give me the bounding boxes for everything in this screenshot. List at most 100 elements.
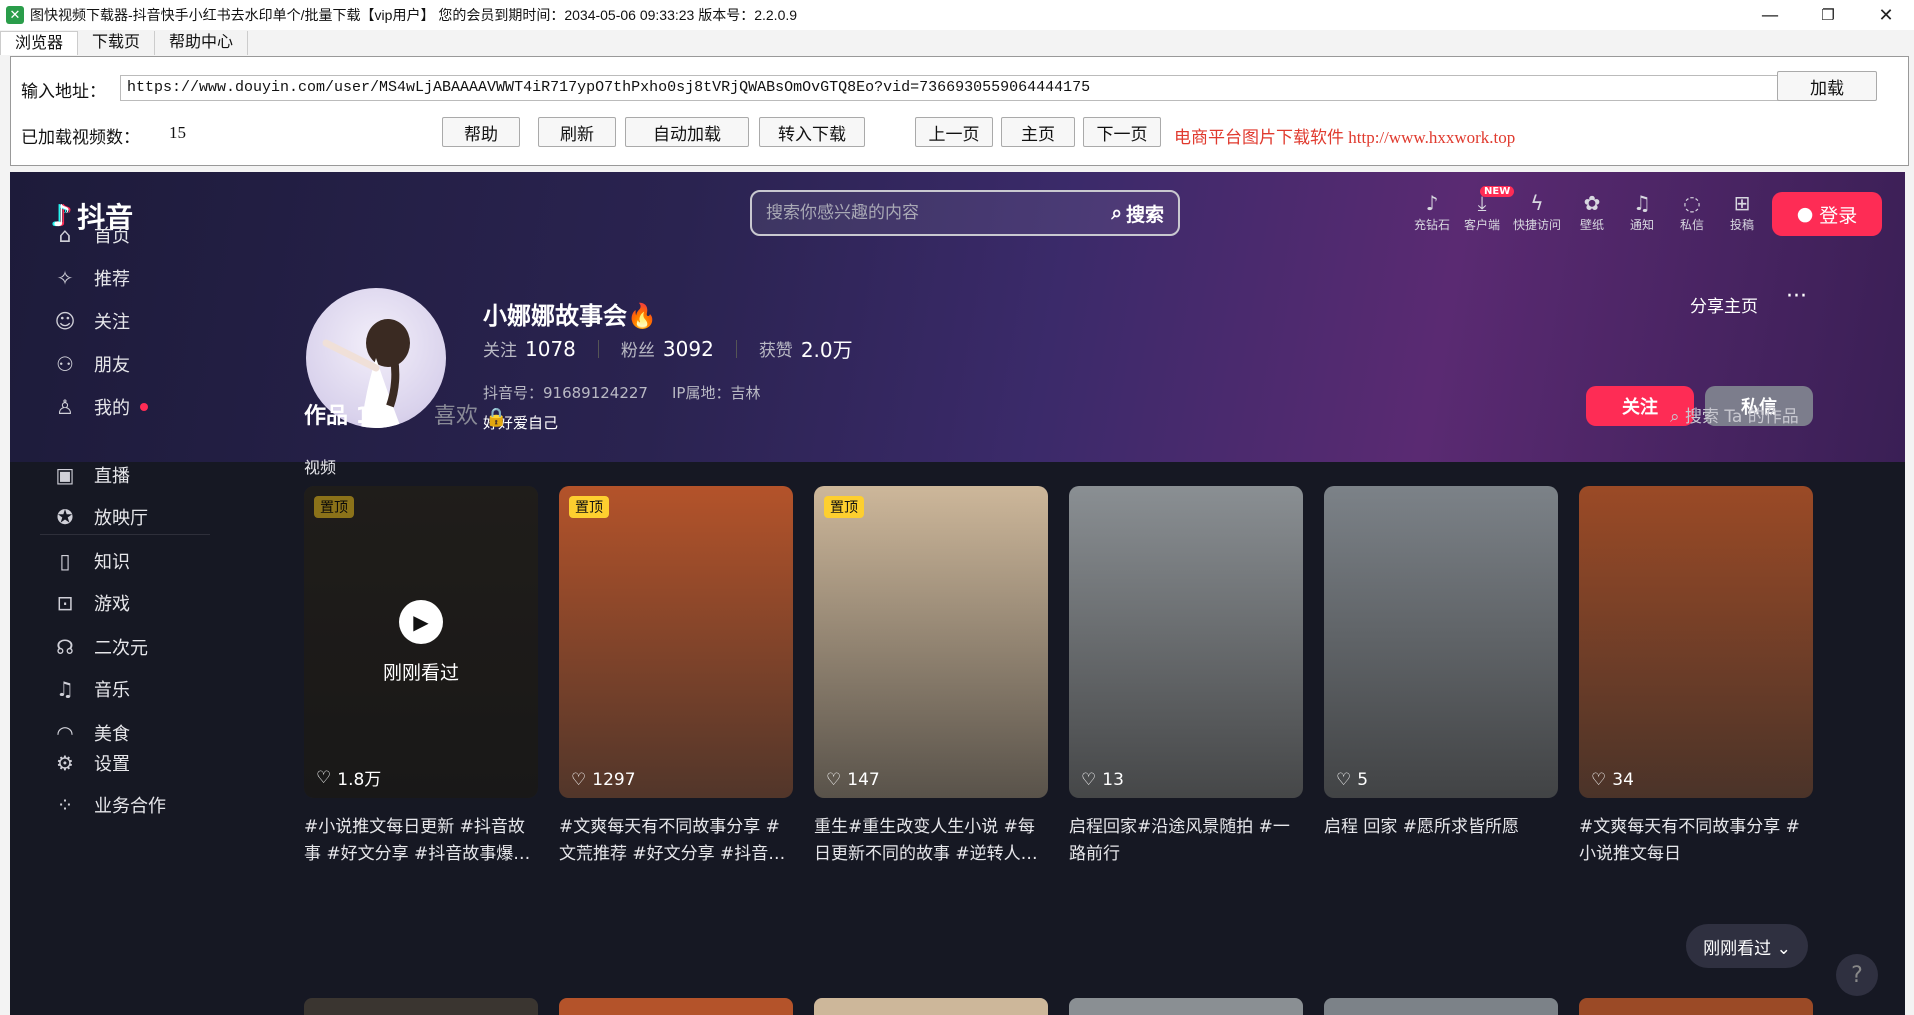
load-button[interactable]: 加载	[1777, 71, 1877, 101]
nav-label: 关注	[94, 312, 130, 333]
video-card[interactable]: ♡ 13	[1069, 486, 1303, 798]
video-card[interactable]: ♡ 5	[1324, 486, 1558, 798]
nav-live[interactable]: ▣ 直播	[52, 462, 130, 488]
to-download-button[interactable]: 转入下载	[759, 117, 865, 147]
video-caption[interactable]: #文爽每天有不同故事分享 #小说推文每日	[1579, 814, 1813, 868]
chat-icon: ◌	[1683, 191, 1701, 215]
home-icon: ⌂	[58, 223, 72, 247]
top-quick[interactable]: ϟ 快捷访问	[1513, 190, 1561, 233]
minimize-button[interactable]: —	[1740, 0, 1800, 30]
next-row-thumbnail[interactable]	[1324, 998, 1558, 1015]
nav-home[interactable]: ⌂ 首页	[52, 222, 130, 248]
browser-view: ♪ 抖音 ⌂ 首页 ✧ 推荐 ☺ 关注 ⚇ 朋友 ♙ 我的 ▣ 直播 ✪ 放映厅 ▯ 知识 ⊡ 游…	[10, 172, 1905, 1015]
nav-recommend[interactable]: ✧ 推荐	[52, 265, 130, 291]
top-upload[interactable]: ⊞ 投稿	[1718, 190, 1766, 233]
menu-help[interactable]: 帮助中心	[155, 31, 249, 55]
more-options-button[interactable]: ···	[1786, 284, 1807, 309]
fans-count[interactable]: 3092	[663, 337, 714, 361]
search-works-button[interactable]: ⌕ 搜索 Ta 的作品	[1670, 402, 1799, 427]
nav-food[interactable]: ◠ 美食	[52, 720, 130, 746]
heart-icon: ♡	[1591, 770, 1607, 790]
next-row-thumbnail[interactable]	[814, 998, 1048, 1015]
top-icon-label: 快捷访问	[1513, 218, 1562, 232]
video-likes-count: 1297	[592, 770, 636, 790]
video-card[interactable]: 置顶 ♡ 147	[814, 486, 1048, 798]
top-notify[interactable]: ♫ 通知	[1618, 190, 1666, 233]
video-caption[interactable]: #文爽每天有不同故事分享 #文荒推荐 #好文分享 #抖音…	[559, 814, 793, 868]
top-client[interactable]: ⤓ 客户端 NEW	[1458, 186, 1515, 233]
next-row-thumbnail[interactable]	[559, 998, 793, 1015]
next-row-thumbnail[interactable]	[1069, 998, 1303, 1015]
login-button[interactable]: ● 登录	[1772, 192, 1882, 236]
nav-mine[interactable]: ♙ 我的	[52, 394, 148, 420]
tab-likes[interactable]: 喜欢 🔒	[434, 398, 507, 430]
video-card[interactable]: ♡ 34	[1579, 486, 1813, 798]
tab-works[interactable]: 作品 15	[304, 398, 386, 430]
top-diamond[interactable]: ♪ 充钻石	[1408, 190, 1456, 233]
next-page-button[interactable]: 下一页	[1083, 117, 1161, 147]
nav-follow[interactable]: ☺ 关注	[52, 308, 130, 334]
video-caption[interactable]: #小说推文每日更新 #抖音故事 #好文分享 #抖音故事爆…	[304, 814, 538, 868]
nav-music[interactable]: ♫ 音乐	[52, 676, 130, 702]
nav-knowledge[interactable]: ▯ 知识	[52, 548, 130, 574]
following-count[interactable]: 1078	[525, 337, 576, 361]
menu-browser[interactable]: 浏览器	[0, 31, 79, 55]
top-wallpaper[interactable]: ✿ 壁纸	[1568, 190, 1616, 233]
bell-icon: ♫	[1633, 191, 1651, 215]
search-input[interactable]	[752, 203, 1112, 223]
nav-games[interactable]: ⊡ 游戏	[52, 590, 130, 616]
close-button[interactable]: ✕	[1856, 0, 1914, 30]
search-button[interactable]: ⌕ 搜索	[1111, 200, 1178, 227]
top-icon-label: 壁纸	[1579, 218, 1604, 232]
next-row-thumbnail[interactable]	[304, 998, 538, 1015]
play-icon[interactable]: ▶	[399, 599, 443, 644]
top-icon-label: 投稿	[1729, 218, 1754, 232]
search-bar: ⌕搜索	[750, 190, 1180, 236]
next-row-thumbnail[interactable]	[1579, 998, 1813, 1015]
diamond-icon: ♪	[1425, 191, 1439, 215]
home-page-button[interactable]: 主页	[1001, 117, 1075, 147]
watched-overlay: ▶ 刚刚看过	[304, 486, 538, 798]
ip-location: IP属地：吉林	[671, 384, 761, 402]
video-card[interactable]: 置顶 ▶ 刚刚看过 ♡ 1.8万	[304, 486, 538, 798]
refresh-button[interactable]: 刷新	[538, 117, 616, 147]
stat-divider	[735, 339, 737, 358]
video-caption[interactable]: 重生#重生改变人生小说 #每日更新不同的故事 #逆转人…	[814, 814, 1048, 868]
stat-divider	[597, 339, 599, 358]
nav-label: 二次元	[94, 638, 148, 659]
prev-page-button[interactable]: 上一页	[915, 117, 993, 147]
url-label: 输入地址：	[21, 82, 106, 101]
nav-label: 首页	[94, 226, 130, 247]
autoload-button[interactable]: 自动加载	[625, 117, 749, 147]
nav-cinema[interactable]: ✪ 放映厅	[52, 504, 148, 530]
menu-download[interactable]: 下载页	[78, 31, 156, 55]
music-icon: ♫	[56, 677, 74, 701]
share-profile-button[interactable]: 分享主页	[1690, 292, 1758, 317]
url-input[interactable]: https://www.douyin.com/user/MS4wLjABAAAA…	[120, 75, 1780, 101]
nav-label: 美食	[94, 724, 130, 745]
nav-anime[interactable]: ☊ 二次元	[52, 634, 148, 660]
help-button[interactable]: 帮助	[442, 117, 520, 147]
food-icon: ◠	[56, 721, 74, 745]
nav-friends[interactable]: ⚇ 朋友	[52, 351, 130, 377]
heart-icon: ♡	[1081, 770, 1097, 790]
ad-link[interactable]: 电商平台图片下载软件 http://www.hxxwork.top	[1174, 123, 1515, 148]
help-icon[interactable]: ?	[1836, 954, 1878, 996]
video-caption[interactable]: 启程 回家 #愿所求皆所愿	[1324, 814, 1558, 868]
watched-label: 刚刚看过	[382, 661, 459, 684]
fans-label: 粉丝	[620, 341, 655, 361]
video-likes-count: 5	[1357, 770, 1369, 790]
nav-settings[interactable]: ⚙ 设置	[52, 750, 130, 776]
login-label: 登录	[1819, 204, 1858, 227]
maximize-button[interactable]: ❐	[1798, 0, 1858, 30]
video-card[interactable]: 置顶 ♡ 1297	[559, 486, 793, 798]
video-caption[interactable]: 启程回家#沿途风景随拍 #一路前行	[1069, 814, 1303, 868]
top-icon-label: 客户端	[1463, 218, 1500, 232]
top-message[interactable]: ◌ 私信	[1668, 190, 1716, 233]
video-likes-count: 13	[1102, 770, 1124, 790]
nav-business[interactable]: ⁘ 业务合作	[52, 792, 166, 818]
book-icon: ▯	[59, 549, 71, 573]
recently-watched-button[interactable]: 刚刚看过 ⌄	[1686, 924, 1808, 968]
film-icon: ✪	[56, 505, 74, 529]
video-likes: ♡ 5	[1336, 770, 1368, 790]
